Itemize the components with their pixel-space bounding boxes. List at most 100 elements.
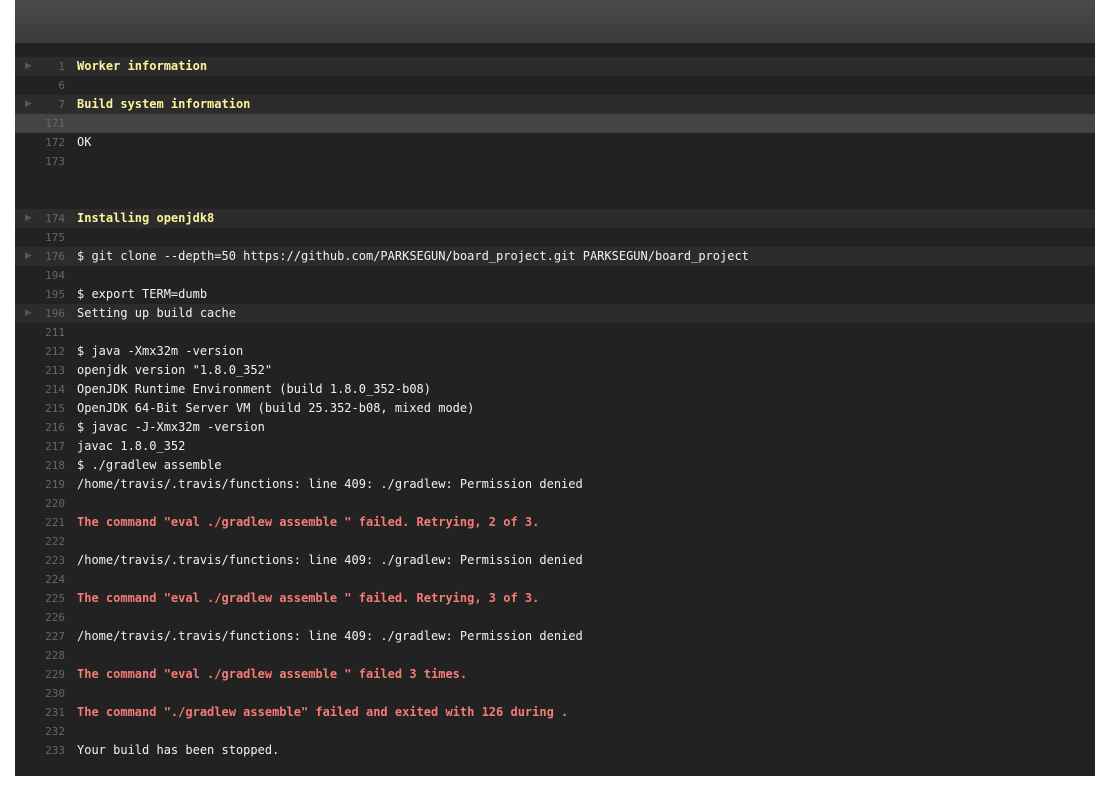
log-line: 218 $ ./gradlew assemble [15,456,1095,475]
log-line: 233 Your build has been stopped. [15,741,1095,760]
log-line-text: OpenJDK 64-Bit Server VM (build 25.352-b… [77,401,475,415]
log-line-text: OK [77,135,92,149]
log-line: 6 [15,76,1095,95]
log-fold-line[interactable]: ▶ 174 Installing openjdk8 [15,209,1095,228]
log-line: 214 OpenJDK Runtime Environment (build 1.… [15,380,1095,399]
line-number-link[interactable]: 173 [35,152,65,171]
line-number-link[interactable]: 228 [35,646,65,665]
log-line: 217 javac 1.8.0_352 [15,437,1095,456]
line-number-link[interactable]: 219 [35,475,65,494]
log-line: 215 OpenJDK 64-Bit Server VM (build 25.35… [15,399,1095,418]
line-number-link[interactable]: 215 [35,399,65,418]
log-line-text: The command "eval ./gradlew assemble " f… [77,515,540,529]
log-line-text: $ git clone --depth=50 https://github.co… [77,249,749,263]
fold-arrow-icon[interactable]: ▶ [25,209,35,228]
fold-arrow-icon[interactable]: ▶ [25,57,35,76]
line-number-link[interactable]: 217 [35,437,65,456]
log-line-text: openjdk version "1.8.0_352" [77,363,273,377]
line-number-link[interactable]: 1 [35,57,65,76]
log-line: 228 [15,646,1095,665]
line-number-link[interactable]: 6 [35,76,65,95]
line-number-link[interactable]: 214 [35,380,65,399]
log-line: 225 The command "eval ./gradlew assemble … [15,589,1095,608]
line-number-link[interactable]: 176 [35,247,65,266]
line-number-link[interactable]: 211 [35,323,65,342]
line-number-link[interactable]: 216 [35,418,65,437]
build-log-panel: ▶ 1 Worker information 6 ▶ 7 Build system info… [15,0,1095,776]
log-fold-line[interactable]: ▶ 196 Setting up build cache [15,304,1095,323]
log-line: 229 The command "eval ./gradlew assemble … [15,665,1095,684]
log-line: 231 The command "./gradlew assemble" fail… [15,703,1095,722]
log-line-text: Your build has been stopped. [77,743,280,757]
log-line-text: The command "eval ./gradlew assemble " f… [77,667,468,681]
log-line-text: javac 1.8.0_352 [77,439,186,453]
fold-arrow-icon[interactable]: ▶ [25,247,35,266]
line-number-link[interactable]: 226 [35,608,65,627]
log-line-text: /home/travis/.travis/functions: line 409… [77,553,583,567]
log-line: 224 [15,570,1095,589]
log-line-text: $ java -Xmx32m -version [77,344,244,358]
log-line-text: Build system information [77,97,251,111]
log-line-text: Worker information [77,59,208,73]
log-line: 213 openjdk version "1.8.0_352" [15,361,1095,380]
log-line: 232 [15,722,1095,741]
log-line: 171 [15,114,1095,133]
line-number-link[interactable]: 227 [35,627,65,646]
log-line: 175 [15,228,1095,247]
log-line: 219/home/travis/.travis/functions: line … [15,475,1095,494]
line-number-link[interactable]: 225 [35,589,65,608]
log-line: 222 [15,532,1095,551]
log-line: 216 $ javac -J-Xmx32m -version [15,418,1095,437]
line-number-link[interactable]: 231 [35,703,65,722]
log-line-text: $ javac -J-Xmx32m -version [77,420,265,434]
log-header-bar [15,0,1095,43]
log-fold-line[interactable]: ▶ 176 $ git clone --depth=50 https://githu… [15,247,1095,266]
log-line-text: Installing openjdk8 [77,211,215,225]
fold-arrow-icon[interactable]: ▶ [25,304,35,323]
line-number-link[interactable]: 194 [35,266,65,285]
line-number-link[interactable]: 7 [35,95,65,114]
line-number-link[interactable]: 230 [35,684,65,703]
log-line: 212 $ java -Xmx32m -version [15,342,1095,361]
log-body: ▶ 1 Worker information 6 ▶ 7 Build system info… [15,43,1095,760]
log-line-text: The command "eval ./gradlew assemble " f… [77,591,540,605]
log-fold-line[interactable]: ▶ 1 Worker information [15,57,1095,76]
log-gap [15,190,1095,209]
line-number-link[interactable]: 220 [35,494,65,513]
log-line: 227/home/travis/.travis/functions: line … [15,627,1095,646]
log-line: 173 [15,152,1095,171]
log-line-text: $ ./gradlew assemble [77,458,222,472]
line-number-link[interactable]: 195 [35,285,65,304]
log-line: 226 [15,608,1095,627]
line-number-link[interactable]: 224 [35,570,65,589]
line-number-link[interactable]: 232 [35,722,65,741]
log-line-text: The command "./gradlew assemble" failed … [77,705,569,719]
line-number-link[interactable]: 172 [35,133,65,152]
line-number-link[interactable]: 221 [35,513,65,532]
line-number-link[interactable]: 174 [35,209,65,228]
log-fold-line[interactable]: ▶ 7 Build system information [15,95,1095,114]
line-number-link[interactable]: 229 [35,665,65,684]
log-line: 195 $ export TERM=dumb [15,285,1095,304]
log-line: 220 [15,494,1095,513]
log-line-text: $ export TERM=dumb [77,287,208,301]
log-line: 172 OK [15,133,1095,152]
log-line: 211 [15,323,1095,342]
log-line: 230 [15,684,1095,703]
line-number-link[interactable]: 223 [35,551,65,570]
log-line: 221 The command "eval ./gradlew assemble … [15,513,1095,532]
line-number-link[interactable]: 233 [35,741,65,760]
log-line-text: Setting up build cache [77,306,236,320]
log-line-text: /home/travis/.travis/functions: line 409… [77,629,583,643]
line-number-link[interactable]: 222 [35,532,65,551]
line-number-link[interactable]: 171 [35,114,65,133]
fold-arrow-icon[interactable]: ▶ [25,95,35,114]
log-gap [15,171,1095,190]
log-line-text: OpenJDK Runtime Environment (build 1.8.0… [77,382,432,396]
line-number-link[interactable]: 212 [35,342,65,361]
line-number-link[interactable]: 196 [35,304,65,323]
line-number-link[interactable]: 175 [35,228,65,247]
log-line: 223/home/travis/.travis/functions: line … [15,551,1095,570]
line-number-link[interactable]: 218 [35,456,65,475]
line-number-link[interactable]: 213 [35,361,65,380]
